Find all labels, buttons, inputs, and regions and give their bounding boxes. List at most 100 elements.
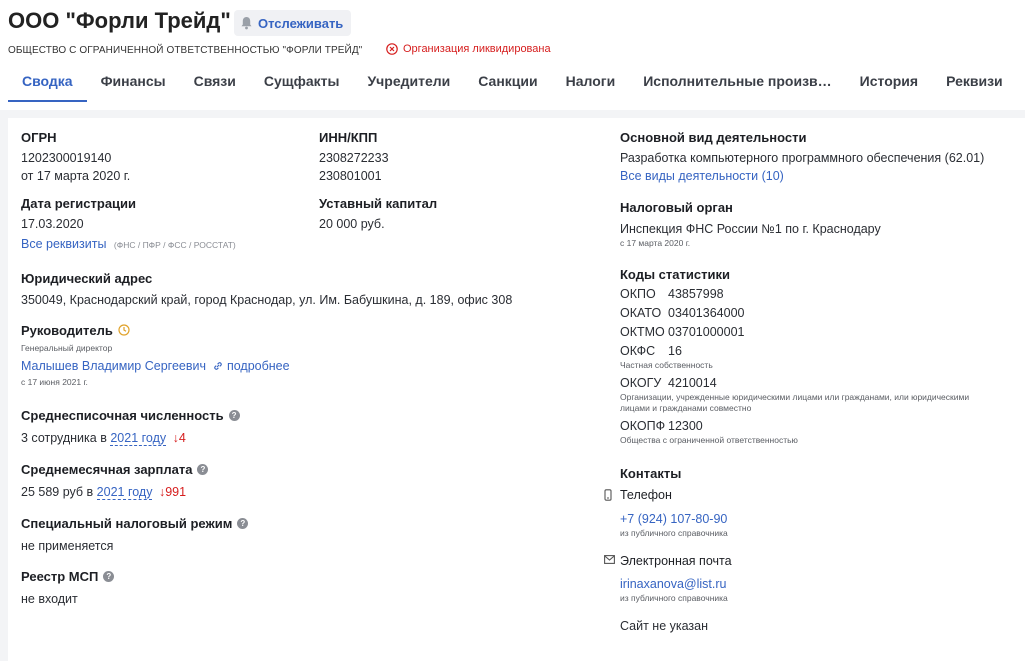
summary-card: ОГРН 1202300019140 от 17 марта 2020 г. И… bbox=[8, 118, 1025, 661]
okpo-row: ОКПО 43857998 bbox=[620, 285, 980, 303]
tab-summary[interactable]: Сводка bbox=[8, 62, 87, 102]
tab-links[interactable]: Связи bbox=[180, 62, 250, 102]
msp-label: Реестр МСП bbox=[21, 568, 99, 584]
employees-year-link[interactable]: 2021 году bbox=[110, 431, 167, 446]
tab-finance[interactable]: Финансы bbox=[87, 62, 180, 102]
capital-block: Уставный капитал 20 000 руб. bbox=[319, 195, 437, 233]
director-more-label: подробнее bbox=[226, 359, 290, 373]
ogrn-date: от 17 марта 2020 г. bbox=[21, 169, 131, 183]
help-icon[interactable]: ? bbox=[228, 409, 240, 421]
employees-text: 3 сотрудника в bbox=[21, 431, 107, 445]
okopf-key: ОКОПФ bbox=[620, 419, 666, 433]
tab-requisites[interactable]: Реквизиты bbox=[932, 62, 1002, 102]
email-link[interactable]: irinaxanova@list.ru bbox=[620, 575, 732, 593]
salary-change: ↓991 bbox=[158, 485, 187, 499]
okpo-value: 43857998 bbox=[668, 287, 724, 301]
all-requisites-link[interactable]: Все реквизиты bbox=[21, 237, 106, 251]
registration-block: Дата регистрации 17.03.2020 Все реквизит… bbox=[21, 195, 236, 253]
salary-year-link[interactable]: 2021 году bbox=[96, 485, 153, 500]
track-button[interactable]: Отслеживать bbox=[234, 10, 352, 36]
help-icon[interactable]: ? bbox=[237, 517, 249, 529]
okfs-key: ОКФС bbox=[620, 344, 656, 358]
tab-enforcement[interactable]: Исполнительные произв… bbox=[629, 62, 845, 102]
okato-row: ОКАТО 03401364000 bbox=[620, 304, 980, 322]
link-icon bbox=[214, 362, 223, 370]
okopf-note: Общества с ограниченной ответственностью bbox=[620, 435, 798, 445]
salary-block: Среднемесячная зарплата ? 25 589 руб в 2… bbox=[21, 461, 209, 501]
company-header: ООО "Форли Трейд" Отслеживать ОБЩЕСТВО С… bbox=[0, 0, 1025, 110]
tax-regime-label: Специальный налоговый режим bbox=[21, 515, 233, 531]
director-block: Руководитель Генеральный директор Малыше… bbox=[21, 322, 290, 388]
mail-icon bbox=[604, 555, 615, 564]
tax-authority-block: Налоговый орган Инспекция ФНС России №1 … bbox=[620, 199, 881, 249]
stat-codes-block: Коды статистики ОКПО 43857998 ОКАТО 0340… bbox=[620, 266, 980, 446]
kpp-value: 230801001 bbox=[319, 169, 382, 183]
tax-regime-block: Специальный налоговый режим ? не применя… bbox=[21, 515, 249, 555]
inn-label: ИНН/КПП bbox=[319, 129, 378, 145]
clock-icon[interactable] bbox=[118, 324, 130, 336]
help-icon[interactable]: ? bbox=[103, 570, 115, 582]
tab-history[interactable]: История bbox=[846, 62, 932, 102]
stat-codes-label: Коды статистики bbox=[620, 266, 730, 282]
email-source: из публичного справочника bbox=[620, 593, 728, 603]
inn-block: ИНН/КПП 2308272233 230801001 bbox=[319, 129, 389, 185]
oktmo-key: ОКТМО bbox=[620, 325, 665, 339]
tax-regime-value: не применяется bbox=[21, 539, 114, 553]
phone-label: Телефон bbox=[620, 488, 672, 502]
track-button-label: Отслеживать bbox=[258, 15, 344, 31]
tab-facts[interactable]: Сущфакты bbox=[250, 62, 354, 102]
okpo-key: ОКПО bbox=[620, 287, 656, 301]
ogrn-block: ОГРН 1202300019140 от 17 марта 2020 г. bbox=[21, 129, 130, 185]
phone-icon bbox=[604, 489, 612, 501]
tax-authority-since: с 17 марта 2020 г. bbox=[620, 238, 691, 248]
activity-code: (62.01) bbox=[944, 151, 985, 165]
okopf-row: ОКОПФ 12300 bbox=[620, 417, 980, 435]
help-icon[interactable]: ? bbox=[197, 463, 209, 475]
okato-key: ОКАТО bbox=[620, 306, 662, 320]
okogu-row: ОКОГУ 4210014 bbox=[620, 374, 980, 392]
full-company-name: ОБЩЕСТВО С ОГРАНИЧЕННОЙ ОТВЕТСТВЕННОСТЬЮ… bbox=[8, 45, 363, 56]
page-title: ООО "Форли Трейд" bbox=[8, 8, 231, 33]
director-position: Генеральный директор bbox=[21, 343, 113, 353]
activity-label: Основной вид деятельности bbox=[620, 129, 807, 145]
requisites-sources: (ФНС / ПФР / ФСС / РОССТАТ) bbox=[113, 240, 236, 250]
ogrn-value: 1202300019140 bbox=[21, 151, 112, 165]
msp-value: не входит bbox=[21, 592, 78, 606]
director-since: с 17 июня 2021 г. bbox=[21, 377, 88, 387]
director-more-link[interactable]: подробнее bbox=[213, 359, 290, 373]
inn-value: 2308272233 bbox=[319, 151, 389, 165]
capital-label: Уставный капитал bbox=[319, 195, 438, 211]
okogu-key: ОКОГУ bbox=[620, 376, 662, 390]
contacts-label: Контакты bbox=[620, 465, 682, 481]
registration-date: 17.03.2020 bbox=[21, 217, 84, 231]
close-circle-icon bbox=[386, 43, 398, 55]
contacts-block: Контакты Телефон +7 (924) 107-80-90 из п… bbox=[604, 465, 732, 635]
registration-label: Дата регистрации bbox=[21, 195, 137, 211]
status-badge: Организация ликвидирована bbox=[386, 43, 551, 55]
website-status: Сайт не указан bbox=[620, 619, 709, 633]
salary-text: 25 589 руб в bbox=[21, 485, 94, 499]
tab-sanctions[interactable]: Санкции bbox=[464, 62, 551, 102]
ogrn-label: ОГРН bbox=[21, 129, 57, 145]
tab-taxes[interactable]: Налоги bbox=[552, 62, 630, 102]
phone-source: из публичного справочника bbox=[620, 528, 728, 538]
email-label: Электронная почта bbox=[620, 554, 732, 568]
salary-label: Среднемесячная зарплата bbox=[21, 461, 193, 477]
address-block: Юридический адрес 350049, Краснодарский … bbox=[21, 270, 512, 309]
employees-block: Среднесписочная численность ? 3 сотрудни… bbox=[21, 407, 240, 447]
msp-block: Реестр МСП ? не входит bbox=[21, 568, 115, 608]
all-activities-link[interactable]: Все виды деятельности (10) bbox=[620, 167, 984, 185]
capital-value: 20 000 руб. bbox=[319, 217, 385, 231]
activity-value: Разработка компьютерного программного об… bbox=[620, 151, 942, 165]
tax-authority-label: Налоговый орган bbox=[620, 199, 733, 215]
phone-link[interactable]: +7 (924) 107-80-90 bbox=[620, 510, 732, 528]
oktmo-value: 03701000001 bbox=[668, 325, 745, 339]
tab-founders[interactable]: Учредители bbox=[353, 62, 464, 102]
address-value: 350049, Краснодарский край, город Красно… bbox=[21, 293, 513, 307]
okfs-note: Частная собственность bbox=[620, 360, 713, 370]
bell-icon bbox=[241, 17, 252, 30]
okato-value: 03401364000 bbox=[668, 306, 745, 320]
okogu-note: Организации, учрежденные юридическими ли… bbox=[620, 392, 970, 413]
tax-authority-value: Инспекция ФНС России №1 по г. Краснодару bbox=[620, 222, 881, 236]
director-name-link[interactable]: Малышев Владимир Сергеевич bbox=[21, 359, 206, 373]
